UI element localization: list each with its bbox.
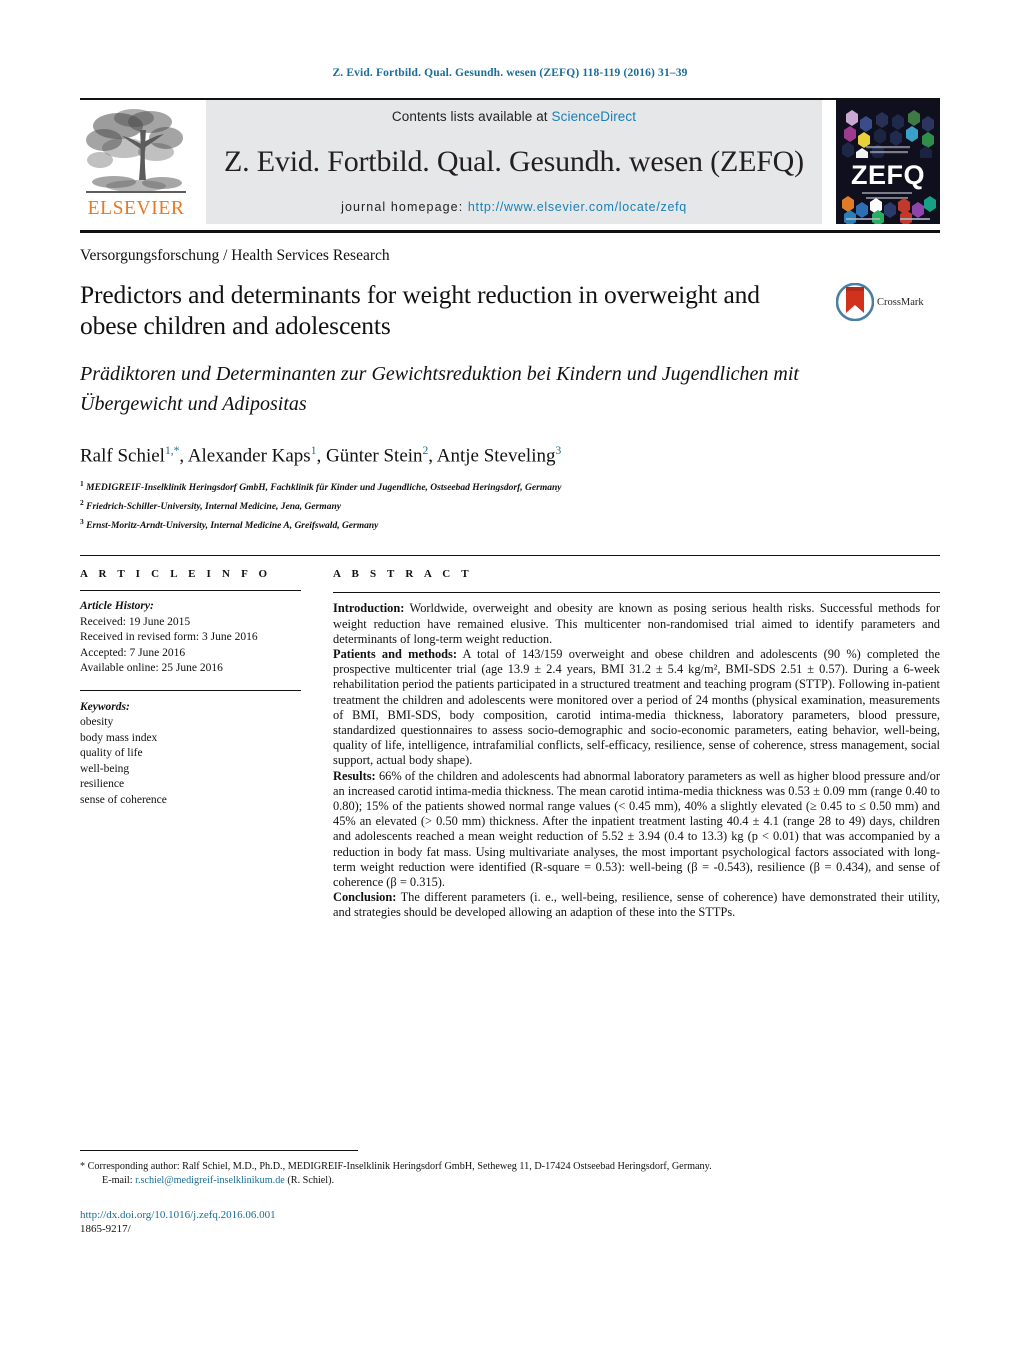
affiliation-text: Ernst-Moritz-Arndt-University, Internal … — [86, 520, 379, 531]
running-head: Z. Evid. Fortbild. Qual. Gesundh. wesen … — [332, 67, 688, 79]
contents-band: Contents lists available at ScienceDirec… — [206, 100, 822, 224]
history-item: Accepted: 7 June 2016 — [80, 646, 186, 659]
author-list: Ralf Schiel1,*, Alexander Kaps1, Günter … — [80, 445, 562, 467]
affiliation-item: 2 Friedrich-Schiller-University, Interna… — [80, 496, 818, 515]
history-item: Received in revised form: 3 June 2016 — [80, 631, 258, 644]
footnote-rule — [80, 1150, 358, 1151]
affiliation-text: MEDIGREIF-Inselklinik Heringsdorf GmbH, … — [86, 483, 562, 494]
keyword-item: obesity — [80, 716, 114, 729]
divider — [80, 689, 301, 691]
elsevier-logo: ELSEVIER — [80, 100, 192, 224]
keyword-item: sense of coherence — [80, 793, 167, 806]
affiliation-marker: 1 — [80, 479, 84, 489]
affiliation-marker: 3 — [80, 516, 84, 526]
abstract-section-label: Conclusion: — [333, 890, 397, 905]
email-link[interactable]: r.schiel@medigreif-inselklinikum.de — [135, 1175, 285, 1186]
contents-prefix: Contents lists available at — [391, 109, 552, 124]
masthead-bottom-rule — [80, 230, 940, 233]
abstract-section-label: Introduction: — [333, 601, 405, 616]
homepage-label: journal homepage: — [341, 200, 464, 214]
abstract-section-text: A total of 143/159 overweight and obese … — [333, 646, 940, 768]
keyword-item: resilience — [80, 778, 125, 791]
affiliation-text: Friedrich-Schiller-University, Internal … — [86, 502, 341, 513]
abstract-column: A B S T R A C T Introduction: Worldwide,… — [325, 568, 940, 920]
abstract-heading: A B S T R A C T — [333, 568, 473, 581]
affiliation-list: 1 MEDIGREIF-Inselklinik Heringsdorf GmbH… — [80, 477, 818, 533]
abstract-section: Patients and methods: A total of 143/159… — [333, 647, 940, 769]
info-abstract-columns: A R T I C L E I N F O Article History: R… — [80, 568, 940, 920]
abstract-section: Results: 66% of the children and adolesc… — [333, 769, 940, 891]
elsevier-tree-icon — [84, 104, 188, 198]
title-row: Predictors and determinants for weight r… — [80, 279, 940, 533]
keywords-label: Keywords: — [80, 700, 130, 713]
abstract-section: Conclusion: The different parameters (i.… — [333, 890, 940, 920]
title-block: Predictors and determinants for weight r… — [80, 279, 836, 533]
article-first-page: Z. Evid. Fortbild. Qual. Gesundh. wesen … — [0, 0, 1020, 1351]
zefq-cover-thumbnail: ZEFQ — [836, 100, 940, 224]
crossmark-badge[interactable]: CrossMark — [835, 279, 940, 322]
journal-section-label: Versorgungsforschung / Health Services R… — [80, 247, 390, 264]
journal-title: Z. Evid. Fortbild. Qual. Gesundh. wesen … — [224, 145, 804, 178]
corresponding-author-note: * Corresponding author: Ralf Schiel, M.D… — [80, 1161, 712, 1172]
crossmark-icon — [835, 282, 875, 322]
abstract-section-label: Results: — [333, 768, 376, 783]
keyword-item: quality of life — [80, 747, 143, 760]
homepage-link[interactable]: http://www.elsevier.com/locate/zefq — [468, 200, 687, 214]
abstract-section-text: 66% of the children and adolescents had … — [333, 768, 940, 889]
abstract-section-text: The different parameters (i. e., well-be… — [333, 890, 940, 920]
svg-text:ZEFQ: ZEFQ — [851, 160, 925, 190]
affiliation-marker: 2 — [80, 497, 84, 507]
email-owner: (R. Schiel). — [284, 1175, 335, 1186]
article-info-top-rule — [80, 555, 940, 557]
page-subtitle: Prädiktoren und Determinanten zur Gewich… — [80, 363, 799, 415]
journal-masthead: ELSEVIER Contents lists available at Sci… — [80, 98, 940, 224]
history-item: Received: 19 June 2015 — [80, 615, 191, 628]
keyword-item: well-being — [80, 762, 130, 775]
corresponding-author-email-line: E-mail: r.schiel@medigreif-inselklinikum… — [80, 1174, 940, 1188]
issn-text: 1865-9217/ — [80, 1223, 131, 1235]
abstract-section-label: Patients and methods: — [333, 646, 457, 661]
affiliation-item: 1 MEDIGREIF-Inselklinik Heringsdorf GmbH… — [80, 477, 818, 496]
page-footer: * Corresponding author: Ralf Schiel, M.D… — [80, 1150, 940, 1236]
author-marker: 1 — [310, 445, 317, 457]
divider — [80, 590, 301, 592]
elsevier-wordmark: ELSEVIER — [87, 198, 185, 219]
crossmark-label: CrossMark — [877, 296, 924, 308]
doi-link[interactable]: http://dx.doi.org/10.1016/j.zefq.2016.06… — [80, 1208, 940, 1222]
email-label: E-mail: — [102, 1175, 136, 1186]
keyword-item: body mass index — [80, 731, 158, 744]
abstract-section: Introduction: Worldwide, overweight and … — [333, 601, 940, 647]
corresponding-marker[interactable]: * — [174, 445, 180, 457]
affiliation-item: 3 Ernst-Moritz-Arndt-University, Interna… — [80, 515, 818, 534]
divider — [333, 592, 940, 594]
page-title: Predictors and determinants for weight r… — [80, 280, 760, 340]
journal-homepage-line: journal homepage: http://www.elsevier.co… — [206, 200, 822, 214]
sciencedirect-link[interactable]: ScienceDirect — [552, 109, 637, 124]
abstract-section-text: Worldwide, overweight and obesity are kn… — [333, 601, 940, 646]
author-marker: 1, — [164, 445, 174, 457]
author-marker: 3 — [555, 445, 562, 457]
contents-available-line: Contents lists available at ScienceDirec… — [206, 109, 822, 124]
author-marker: 2 — [422, 445, 429, 457]
article-info-heading: A R T I C L E I N F O — [80, 568, 272, 581]
article-history-label: Article History: — [80, 600, 154, 613]
history-item: Available online: 25 June 2016 — [80, 662, 223, 675]
article-info-column: A R T I C L E I N F O Article History: R… — [80, 568, 325, 920]
